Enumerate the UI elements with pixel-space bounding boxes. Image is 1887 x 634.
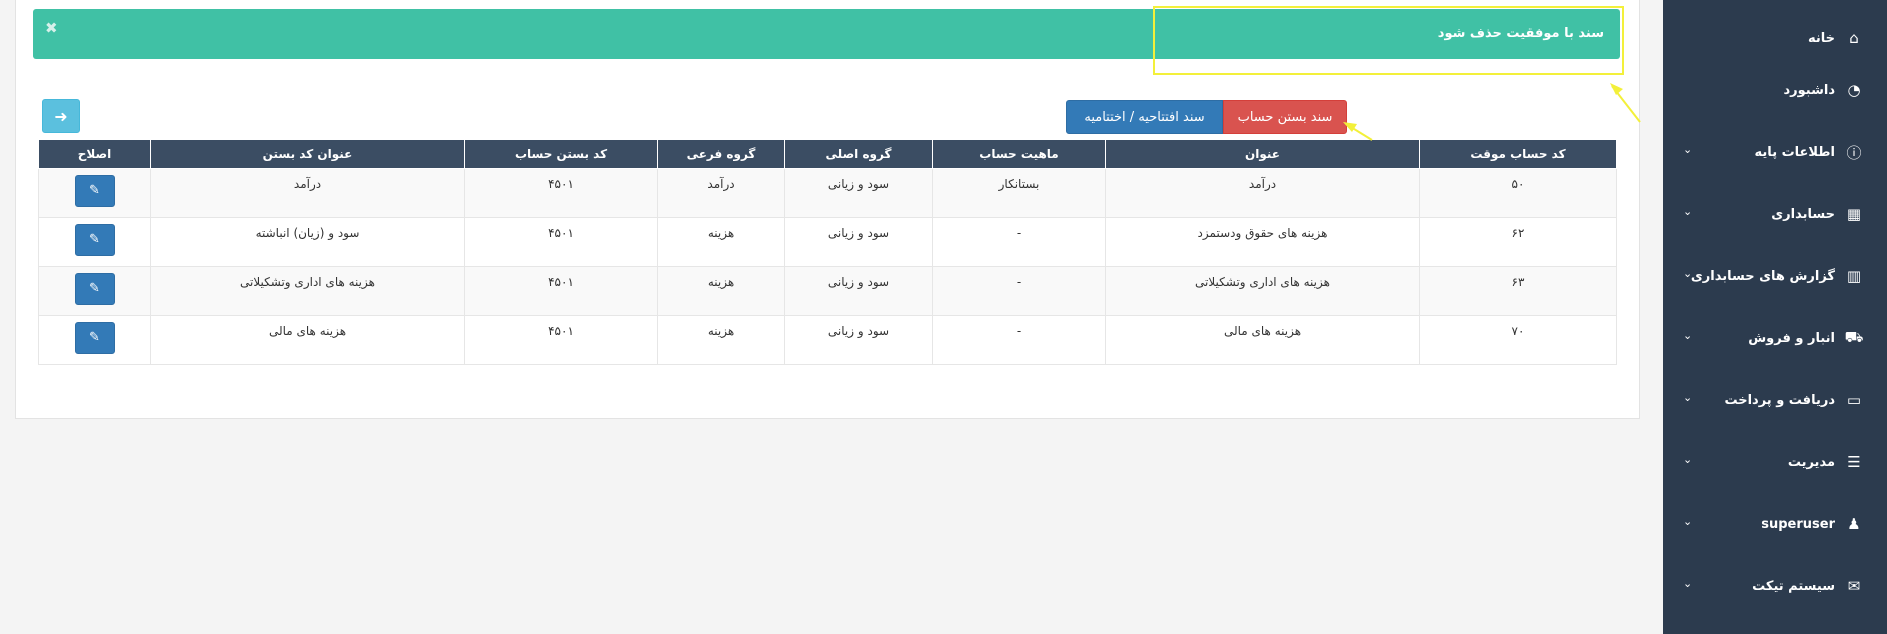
column-header: اصلاح	[38, 139, 151, 169]
chevron-down-icon: ⌄	[1683, 143, 1693, 156]
table-row: ۶۳ هزینه های اداری وتشکیلاتی - سود و زیا…	[38, 266, 1617, 316]
chevron-down-icon: ⌄	[1683, 329, 1693, 342]
server-icon: ☰	[1847, 453, 1861, 471]
column-header: گروه فرعی	[657, 139, 785, 169]
sidebar-item-receive-pay[interactable]: ▭ دریافت و پرداخت ⌄	[1663, 380, 1887, 420]
edit-icon: ✎	[89, 330, 100, 345]
user-icon: ♟	[1847, 515, 1861, 533]
chevron-down-icon: ⌄	[1683, 267, 1693, 280]
sidebar-item-label: داشبورد	[1783, 82, 1835, 98]
sidebar-item-superuser[interactable]: ♟ superuser ⌄	[1663, 504, 1887, 544]
sidebar-item-label: حسابداری	[1771, 206, 1835, 222]
table-cell: هزینه های اداری وتشکیلاتی	[150, 266, 465, 316]
opening-closing-voucher-button[interactable]: سند افتتاحیه / اختتامیه	[1066, 100, 1223, 134]
comments-icon: ✉	[1847, 577, 1861, 595]
sidebar-item-label: اطلاعات پایه	[1754, 144, 1835, 160]
table-cell: ✎	[38, 266, 151, 316]
edit-button[interactable]: ✎	[74, 175, 115, 207]
close-account-voucher-button[interactable]: سند بستن حساب	[1223, 100, 1347, 134]
table-cell: هزینه های اداری وتشکیلاتی	[1105, 266, 1420, 316]
annotation-highlight-box	[1153, 6, 1624, 75]
temporary-accounts-table: کد حساب موقت عنوان ماهیت حساب گروه اصلی …	[38, 139, 1617, 365]
table-cell: ۴۵۰۱	[464, 266, 658, 316]
table-header-row: کد حساب موقت عنوان ماهیت حساب گروه اصلی …	[38, 139, 1617, 169]
table-cell: ۴۵۰۱	[464, 315, 658, 365]
sidebar: ⌂ خانه ◔ داشبورد ⓘ اطلاعات پایه ⌄ ▦ حساب…	[1663, 0, 1887, 634]
table-cell: هزینه های حقوق ودستمزد	[1105, 217, 1420, 267]
table-cell: درآمد	[150, 168, 465, 218]
edit-icon: ✎	[89, 232, 100, 247]
table-cell: هزینه های مالی	[150, 315, 465, 365]
table-row: ۵۰ درآمد بستانکار سود و زیانی درآمد ۴۵۰۱…	[38, 168, 1617, 218]
sidebar-item-label: خانه	[1807, 30, 1835, 46]
table-row: ۶۲ هزینه های حقوق ودستمزد - سود و زیانی …	[38, 217, 1617, 267]
sidebar-item-management[interactable]: ☰ مدیریت ⌄	[1663, 442, 1887, 482]
edit-button[interactable]: ✎	[74, 273, 115, 305]
table-cell: -	[932, 315, 1106, 365]
sidebar-item-label: superuser	[1761, 516, 1835, 532]
table-cell: هزینه	[657, 217, 785, 267]
arrow-right-icon: ➜	[54, 106, 68, 126]
calculator-icon: ▦	[1846, 205, 1862, 223]
credit-card-icon: ▭	[1846, 391, 1862, 409]
dashboard-icon: ◔	[1847, 81, 1861, 99]
sidebar-item-label: دریافت و پرداخت	[1724, 392, 1835, 408]
table-cell: هزینه	[657, 266, 785, 316]
table-cell: درآمد	[1105, 168, 1420, 218]
sidebar-item-basic-info[interactable]: ⓘ اطلاعات پایه ⌄	[1663, 132, 1887, 172]
table-cell: سود و زیانی	[784, 217, 933, 267]
sidebar-item-accounting-reports[interactable]: ▥ گزارش های حسابداری ⌄	[1663, 256, 1887, 296]
table-cell: سود و زیانی	[784, 266, 933, 316]
table-cell: بستانکار	[932, 168, 1106, 218]
cart-icon: ⛟	[1844, 328, 1864, 346]
sidebar-item-accounting[interactable]: ▦ حسابداری ⌄	[1663, 194, 1887, 234]
column-header: عنوان	[1105, 139, 1420, 169]
table-cell: ۴۵۰۱	[464, 168, 658, 218]
sidebar-item-label: گزارش های حسابداری	[1690, 268, 1835, 284]
table-cell: ۴۵۰۱	[464, 217, 658, 267]
column-header: ماهیت حساب	[932, 139, 1106, 169]
table-cell: درآمد	[657, 168, 785, 218]
edit-button[interactable]: ✎	[74, 224, 115, 256]
chevron-down-icon: ⌄	[1683, 205, 1693, 218]
sidebar-item-warehouse-sales[interactable]: ⛟ انبار و فروش ⌄	[1663, 318, 1887, 358]
table-cell: سود و زیانی	[784, 315, 933, 365]
column-header: کد بستن حساب	[464, 139, 658, 169]
back-button[interactable]: ➜	[42, 99, 80, 133]
chevron-down-icon: ⌄	[1683, 453, 1693, 466]
sidebar-item-ticket-system[interactable]: ✉ سیستم تیکت ⌄	[1663, 566, 1887, 606]
table-cell: سود و زیانی	[784, 168, 933, 218]
bar-chart-icon: ▥	[1846, 267, 1862, 285]
table-cell: ۶۲	[1419, 217, 1617, 267]
column-header: کد حساب موقت	[1419, 139, 1617, 169]
table-cell: ✎	[38, 168, 151, 218]
chevron-down-icon: ⌄	[1683, 391, 1693, 404]
chevron-down-icon: ⌄	[1683, 577, 1693, 590]
sidebar-item-dashboard[interactable]: ◔ داشبورد	[1663, 70, 1887, 110]
table-cell: -	[932, 217, 1106, 267]
sidebar-item-label: مدیریت	[1787, 454, 1835, 470]
chevron-down-icon: ⌄	[1683, 515, 1693, 528]
table-cell: ✎	[38, 315, 151, 365]
edit-icon: ✎	[89, 183, 100, 198]
edit-button[interactable]: ✎	[74, 322, 115, 354]
table-cell: سود و (زیان) انباشته	[150, 217, 465, 267]
sidebar-item-home[interactable]: ⌂ خانه	[1663, 18, 1887, 58]
table-cell: ✎	[38, 217, 151, 267]
table-cell: هزینه	[657, 315, 785, 365]
sidebar-item-label: انبار و فروش	[1748, 330, 1835, 346]
table-cell: ۷۰	[1419, 315, 1617, 365]
home-icon: ⌂	[1849, 29, 1859, 47]
table-cell: ۵۰	[1419, 168, 1617, 218]
column-header: عنوان کد بستن	[150, 139, 465, 169]
info-icon: ⓘ	[1846, 143, 1862, 162]
table-cell: هزینه های مالی	[1105, 315, 1420, 365]
column-header: گروه اصلی	[784, 139, 933, 169]
edit-icon: ✎	[89, 281, 100, 296]
table-row: ۷۰ هزینه های مالی - سود و زیانی هزینه ۴۵…	[38, 315, 1617, 365]
sidebar-item-label: سیستم تیکت	[1752, 578, 1835, 594]
table-cell: -	[932, 266, 1106, 316]
table-cell: ۶۳	[1419, 266, 1617, 316]
close-icon[interactable]: ✖	[45, 19, 58, 37]
